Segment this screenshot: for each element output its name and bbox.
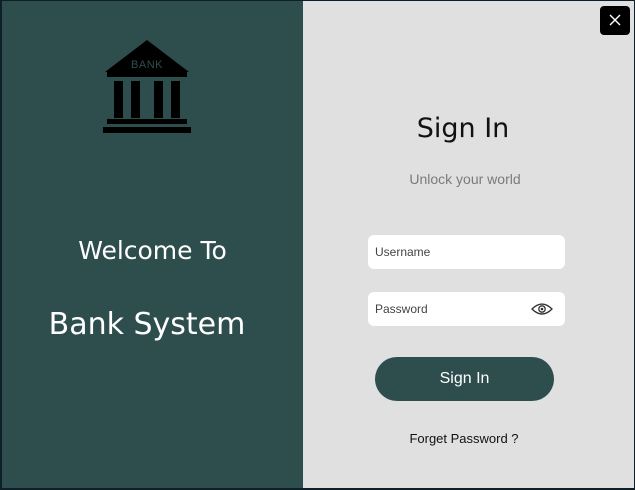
bank-logo: BANK — [103, 39, 193, 135]
username-field-container — [368, 235, 565, 269]
login-window: BANK Welcome To Bank System Sign In Unlo… — [0, 0, 635, 490]
password-input[interactable] — [375, 292, 525, 326]
signin-button[interactable]: Sign In — [375, 357, 554, 401]
forget-password-link[interactable]: Forget Password ? — [303, 431, 625, 446]
username-input[interactable] — [375, 235, 525, 269]
password-field-container — [368, 292, 565, 326]
eye-icon[interactable] — [531, 302, 553, 316]
close-button[interactable] — [600, 6, 630, 35]
signin-subtitle: Unlock your world — [409, 171, 521, 187]
signin-panel: Sign In Unlock your world Sign In Forget… — [303, 1, 634, 488]
signin-title: Sign In — [416, 113, 510, 144]
bank-logo-text: BANK — [131, 59, 163, 71]
close-icon — [609, 14, 621, 26]
welcome-panel: BANK Welcome To Bank System — [2, 1, 303, 488]
welcome-heading: Welcome To — [78, 236, 227, 265]
app-name-heading: Bank System — [48, 307, 246, 342]
bank-building-icon — [103, 40, 191, 133]
